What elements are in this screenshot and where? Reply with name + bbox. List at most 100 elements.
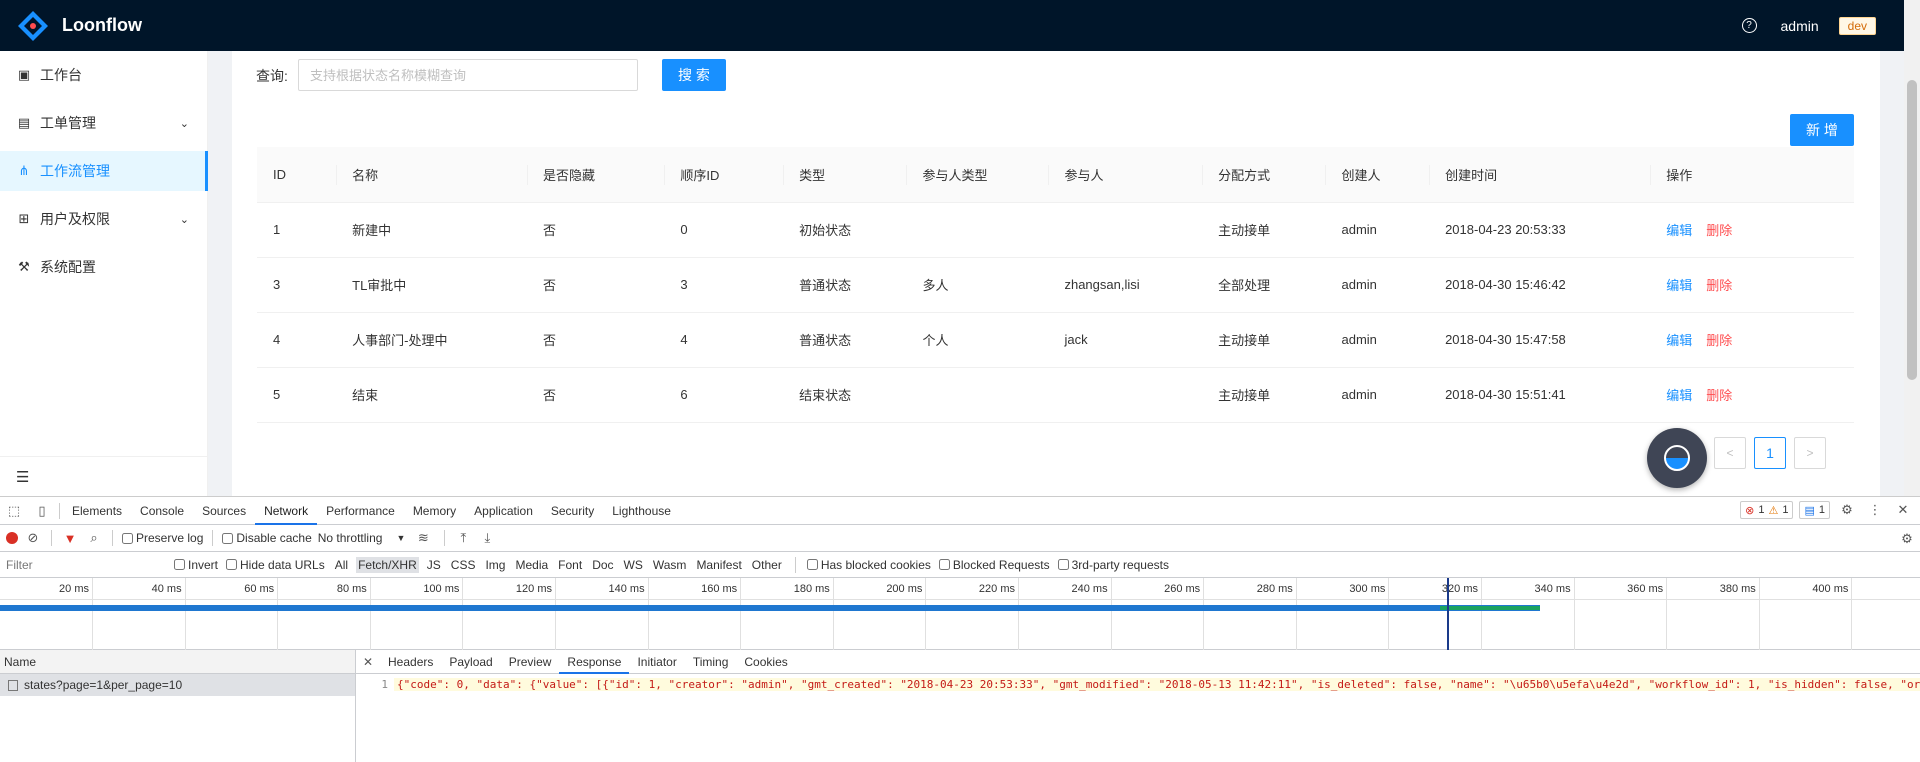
device-toolbar-icon[interactable]: ▯ <box>28 503 56 519</box>
clear-icon[interactable]: ⊘ <box>24 530 42 546</box>
import-har-icon[interactable]: ⤒ <box>454 530 472 546</box>
export-har-icon[interactable]: ⤓ <box>478 530 496 546</box>
request-row[interactable]: states?page=1&per_page=10 <box>0 674 355 696</box>
close-devtools-icon[interactable]: ✕ <box>1892 502 1914 518</box>
cell-creator: admin <box>1325 257 1430 313</box>
filter-type-all[interactable]: All <box>333 557 350 573</box>
filter-type-font[interactable]: Font <box>556 557 584 573</box>
sidebar-item-5[interactable]: ⚒ 系统配置 <box>0 247 207 287</box>
issues-badge[interactable]: ⊗ 1 ⚠ 1 <box>1740 501 1794 519</box>
edit-link[interactable]: 编辑 <box>1666 223 1692 238</box>
tab-console[interactable]: Console <box>131 497 193 525</box>
tab-lighthouse[interactable]: Lighthouse <box>603 497 680 525</box>
page-scrollbar-thumb[interactable] <box>1907 80 1917 380</box>
add-button[interactable]: 新 增 <box>1790 114 1854 146</box>
inspect-element-icon[interactable]: ⬚ <box>0 503 28 519</box>
filter-icon[interactable]: ▼ <box>61 531 79 546</box>
help-icon[interactable]: ? <box>1741 18 1757 33</box>
filter-type-manifest[interactable]: Manifest <box>694 557 743 573</box>
filter-type-media[interactable]: Media <box>513 557 550 573</box>
page-1-button[interactable]: 1 <box>1754 437 1786 469</box>
filter-type-ws[interactable]: WS <box>622 557 645 573</box>
network-settings-icon[interactable]: ⚙ <box>1898 531 1916 547</box>
column-header: 是否隐藏 <box>527 147 665 203</box>
edit-link[interactable]: 编辑 <box>1666 333 1692 348</box>
messages-badge[interactable]: ▤ 1 <box>1799 501 1830 519</box>
filter-type-doc[interactable]: Doc <box>590 557 615 573</box>
settings-gear-icon[interactable]: ⚙ <box>1836 502 1858 518</box>
has-blocked-cookies-box[interactable] <box>806 559 818 570</box>
tab-sources[interactable]: Sources <box>193 497 255 525</box>
search-button[interactable]: 搜 索 <box>662 59 726 91</box>
tab-performance[interactable]: Performance <box>317 497 404 525</box>
detail-tab-response[interactable]: Response <box>559 650 630 674</box>
hide-data-urls-box[interactable] <box>226 559 238 570</box>
tab-application[interactable]: Application <box>465 497 542 525</box>
sidebar-item-3[interactable]: ⋔ 工作流管理 <box>0 151 208 191</box>
response-body[interactable]: {"code": 0, "data": {"value": [{"id": 1,… <box>394 677 1920 691</box>
tab-security[interactable]: Security <box>542 497 603 525</box>
sidebar-item-label: 工作流管理 <box>40 163 110 179</box>
prev-page-button[interactable]: < <box>1714 437 1746 469</box>
cell-created: 2018-04-30 15:47:58 <box>1429 312 1651 368</box>
detail-tab-payload[interactable]: Payload <box>441 650 500 674</box>
hide-data-urls-checkbox[interactable]: Hide data URLs <box>226 558 325 572</box>
tab-memory[interactable]: Memory <box>404 497 465 525</box>
detail-tab-initiator[interactable]: Initiator <box>629 650 684 674</box>
disable-cache-checkbox[interactable]: Disable cache <box>222 531 312 545</box>
delete-link[interactable]: 删除 <box>1706 278 1732 293</box>
name-column-header[interactable]: Name <box>0 650 355 674</box>
more-options-icon[interactable]: ⋮ <box>1864 502 1886 518</box>
cell-type: 普通状态 <box>783 257 907 313</box>
preserve-log-checkbox[interactable]: Preserve log <box>122 531 203 545</box>
search-input[interactable] <box>298 59 638 91</box>
close-detail-icon[interactable]: ✕ <box>356 655 380 669</box>
network-conditions-icon[interactable]: ≋ <box>411 530 435 546</box>
floating-assistant-button[interactable] <box>1647 428 1707 488</box>
app-logo[interactable]: Loonflow <box>16 9 142 43</box>
blocked-requests-checkbox[interactable]: Blocked Requests <box>938 558 1050 572</box>
table-row: 5 结束否 6 结束状态 主动接单 admin 2018-04-30 15:51:41 编辑删… <box>257 367 1854 423</box>
timeline-cursor[interactable] <box>1447 578 1449 650</box>
detail-tab-cookies[interactable]: Cookies <box>736 650 795 674</box>
invert-box[interactable] <box>174 559 185 570</box>
filter-input[interactable] <box>6 554 166 575</box>
filter-type-js[interactable]: JS <box>425 557 443 573</box>
record-icon[interactable] <box>6 532 18 544</box>
delete-link[interactable]: 删除 <box>1706 388 1732 403</box>
search-icon[interactable]: ⌕ <box>85 530 103 546</box>
edit-link[interactable]: 编辑 <box>1666 388 1692 403</box>
filter-type-wasm[interactable]: Wasm <box>651 557 689 573</box>
third-party-checkbox[interactable]: 3rd-party requests <box>1057 558 1169 572</box>
detail-tab-headers[interactable]: Headers <box>380 650 441 674</box>
sidebar-item-1[interactable]: ▣ 工作台 <box>0 55 207 95</box>
app-title: Loonflow <box>62 15 142 35</box>
tab-elements[interactable]: Elements <box>63 497 131 525</box>
preserve-log-box[interactable] <box>122 532 133 544</box>
file-text-icon: ▤ <box>17 115 31 130</box>
edit-link[interactable]: 编辑 <box>1666 278 1692 293</box>
has-blocked-cookies-checkbox[interactable]: Has blocked cookies <box>806 558 931 572</box>
menu-collapse-icon[interactable]: ☰ <box>0 456 207 496</box>
sidebar-item-4[interactable]: ⊞ 用户及权限 ⌄ <box>0 199 207 239</box>
delete-link[interactable]: 删除 <box>1706 223 1732 238</box>
detail-tab-timing[interactable]: Timing <box>685 650 737 674</box>
detail-tab-preview[interactable]: Preview <box>501 650 560 674</box>
page-scrollbar[interactable] <box>1904 0 1920 496</box>
next-page-button[interactable]: > <box>1794 437 1826 469</box>
filter-type-css[interactable]: CSS <box>449 557 478 573</box>
network-timeline-overview[interactable]: 4...400 ms380 ms360 ms340 ms320 ms300 ms… <box>0 578 1920 650</box>
filter-type-fetch-xhr[interactable]: Fetch/XHR <box>356 556 419 573</box>
tab-network[interactable]: Network <box>255 497 318 525</box>
sidebar-item-2[interactable]: ▤ 工单管理 ⌄ <box>0 103 207 143</box>
filter-type-other[interactable]: Other <box>750 557 784 573</box>
throttling-select[interactable]: No throttling <box>318 531 383 545</box>
hide-data-urls-label: Hide data URLs <box>240 557 325 572</box>
user-name[interactable]: admin <box>1781 18 1819 34</box>
delete-link[interactable]: 删除 <box>1706 333 1732 348</box>
invert-checkbox[interactable]: Invert <box>174 558 218 572</box>
third-party-box[interactable] <box>1057 559 1069 570</box>
filter-type-img[interactable]: Img <box>483 557 507 573</box>
blocked-requests-box[interactable] <box>938 559 950 570</box>
disable-cache-box[interactable] <box>222 532 234 544</box>
